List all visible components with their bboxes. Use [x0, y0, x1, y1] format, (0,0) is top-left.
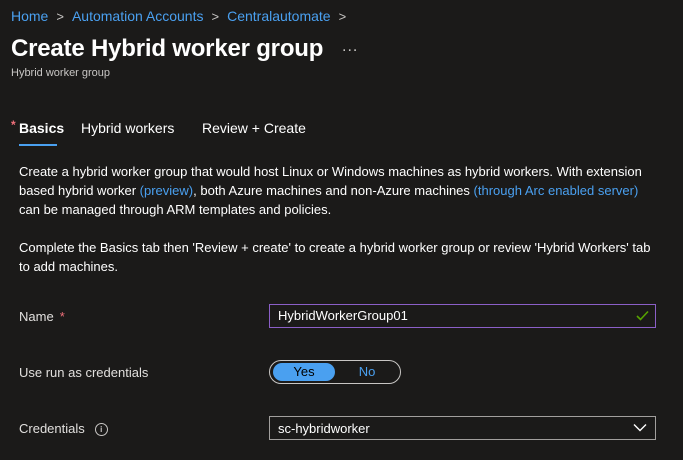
- credentials-selected-value: sc-hybridworker: [278, 421, 370, 436]
- credentials-label: Credentials i: [19, 421, 108, 437]
- credentials-dropdown[interactable]: sc-hybridworker: [269, 416, 656, 440]
- runas-no-option[interactable]: No: [340, 363, 394, 381]
- name-input[interactable]: [278, 308, 618, 323]
- more-options-button[interactable]: ...: [342, 38, 358, 56]
- active-tab-indicator: [19, 144, 57, 146]
- tab-basics-label: Basics: [19, 120, 65, 136]
- instructions-paragraph: Complete the Basics tab then 'Review + c…: [19, 240, 651, 274]
- breadcrumb-centralautomate[interactable]: Centralautomate: [227, 8, 331, 24]
- breadcrumb-separator: >: [338, 8, 347, 24]
- runas-yes-option[interactable]: Yes: [273, 363, 335, 381]
- description-text: can be managed through ARM templates and…: [19, 202, 332, 217]
- preview-link[interactable]: (preview): [140, 183, 193, 198]
- breadcrumb-separator: >: [56, 8, 64, 24]
- chevron-down-icon: [633, 424, 647, 432]
- check-icon: [636, 310, 649, 321]
- breadcrumb-home[interactable]: Home: [11, 8, 48, 24]
- arc-enabled-server-link[interactable]: (through Arc enabled server): [474, 183, 639, 198]
- description-text: , both Azure machines and non-Azure mach…: [193, 183, 474, 198]
- runas-toggle: Yes No: [269, 360, 401, 384]
- required-marker: *: [11, 118, 16, 132]
- breadcrumb-separator: >: [211, 8, 220, 24]
- description-paragraph: Create a hybrid worker group that would …: [19, 162, 661, 219]
- name-label-text: Name: [19, 309, 54, 324]
- breadcrumb: Home > Automation Accounts > Centralauto…: [11, 8, 354, 24]
- tab-basics[interactable]: * Basics: [11, 118, 64, 146]
- page-title: Create Hybrid worker group: [11, 35, 324, 62]
- tab-review-create[interactable]: Review + Create: [202, 120, 306, 146]
- required-marker: *: [59, 309, 65, 324]
- name-field[interactable]: [269, 304, 656, 328]
- info-icon[interactable]: i: [94, 423, 108, 437]
- credentials-label-text: Credentials: [19, 421, 85, 436]
- runas-label: Use run as credentials: [19, 365, 149, 380]
- breadcrumb-automation-accounts[interactable]: Automation Accounts: [72, 8, 204, 24]
- name-label: Name *: [19, 309, 65, 324]
- tab-hybrid-workers[interactable]: Hybrid workers: [81, 120, 174, 146]
- page-subtitle: Hybrid worker group: [11, 67, 111, 79]
